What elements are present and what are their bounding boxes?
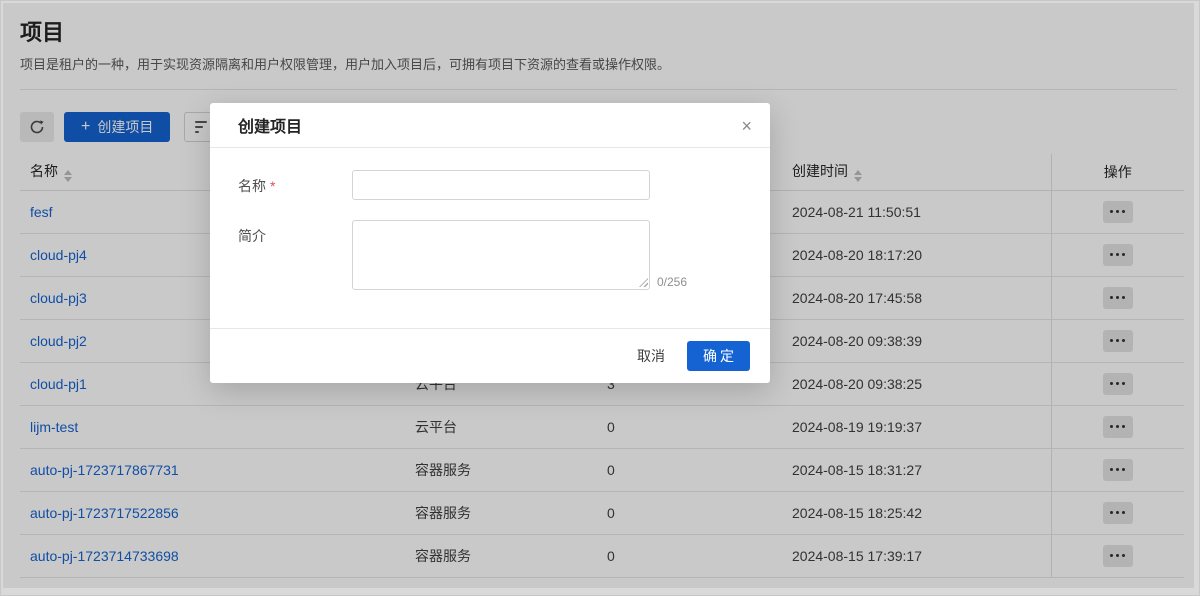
dialog-title: 创建项目 — [238, 113, 302, 137]
create-project-dialog: 创建项目 × 名称* 简介 0/256 取消 确定 — [210, 103, 770, 383]
close-icon: × — [741, 116, 752, 136]
char-counter: 0/256 — [657, 275, 687, 290]
required-asterisk: * — [270, 178, 275, 194]
description-form-row: 简介 0/256 — [238, 220, 742, 290]
dialog-footer: 取消 确定 — [210, 328, 770, 383]
name-form-row: 名称* — [238, 170, 742, 200]
dialog-body: 名称* 简介 0/256 — [210, 148, 770, 290]
project-name-input[interactable] — [352, 170, 650, 200]
name-label: 名称* — [238, 170, 352, 200]
confirm-button[interactable]: 确定 — [687, 341, 750, 371]
dialog-header: 创建项目 × — [210, 103, 770, 148]
project-description-textarea[interactable] — [352, 220, 650, 290]
close-button[interactable]: × — [737, 113, 756, 139]
cancel-button[interactable]: 取消 — [623, 341, 679, 371]
description-label: 简介 — [238, 220, 352, 290]
